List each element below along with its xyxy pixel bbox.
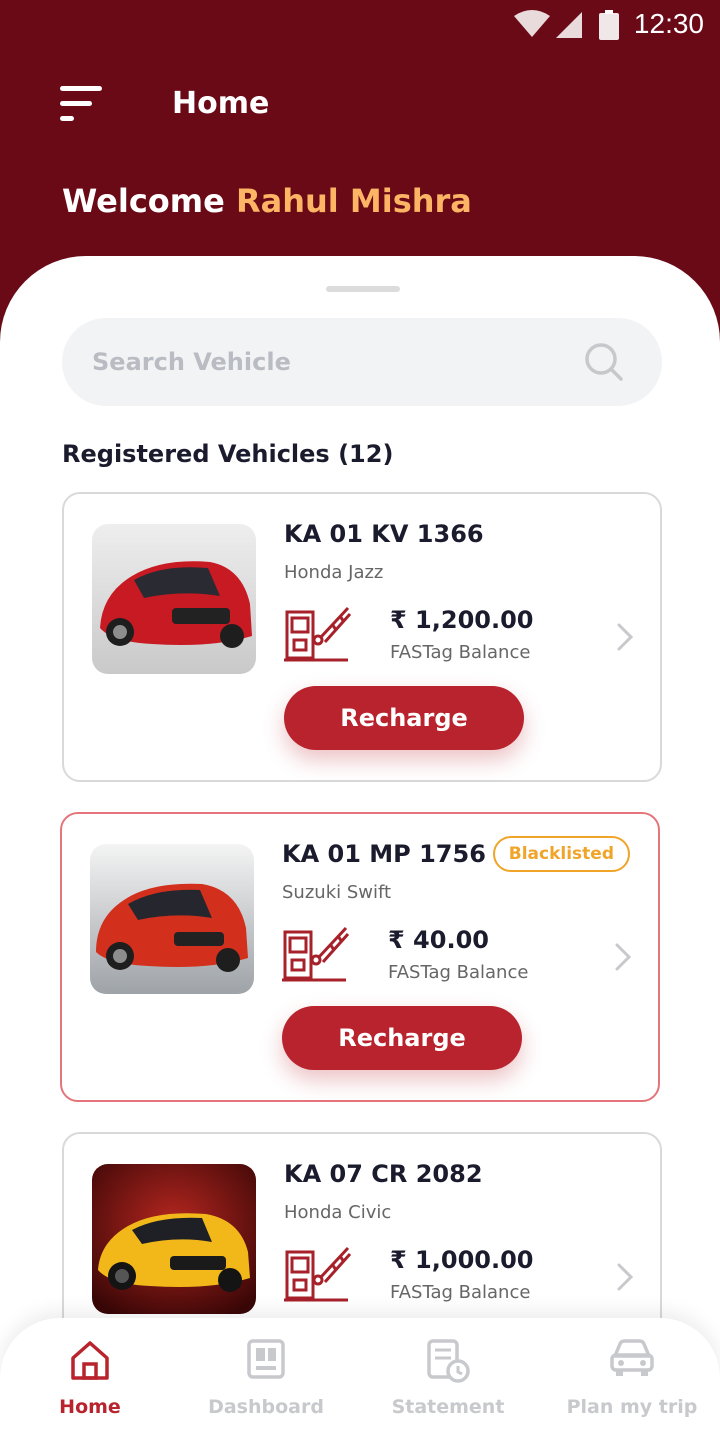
battery-icon [599,10,619,40]
menu-icon [60,86,102,121]
app-bar: Home [0,70,720,142]
vehicle-model: Honda Jazz [284,562,384,583]
car-image [92,524,256,674]
signal-icon [556,12,582,38]
search-icon[interactable] [584,342,624,382]
statement-icon [427,1339,470,1383]
vehicle-card[interactable]: KA 01 MP 1756 Blacklisted Suzuki Swift ₹… [60,812,660,1102]
vehicle-plate: KA 01 KV 1366 [284,520,484,548]
search-bar [62,318,662,406]
fastag-balance-amount: ₹ 40.00 [388,926,489,954]
nav-label: Plan my trip [566,1396,698,1418]
menu-button[interactable] [58,84,104,124]
toll-gate-icon [284,606,352,662]
status-bar: 12:30 [0,0,720,48]
chevron-right-icon[interactable] [616,1262,634,1292]
nav-label: Home [59,1396,121,1418]
blacklisted-badge: Blacklisted [492,836,630,872]
search-input[interactable] [92,340,572,384]
fastag-balance-label: FASTag Balance [388,962,529,983]
wifi-icon [514,10,550,37]
nav-label: Dashboard [208,1396,324,1418]
fastag-balance-label: FASTag Balance [390,642,531,663]
fastag-balance-amount: ₹ 1,200.00 [390,606,534,634]
toll-gate-icon [284,1246,352,1302]
nav-label: Statement [391,1396,505,1418]
vehicle-model: Suzuki Swift [282,882,392,903]
user-name: Rahul Mishra [235,182,472,220]
car-image [92,1164,256,1314]
car-icon [610,1339,654,1376]
recharge-button[interactable]: Recharge [282,1006,522,1070]
chevron-right-icon[interactable] [616,622,634,652]
welcome-prefix: Welcome [62,182,225,220]
vehicle-card[interactable]: KA 01 KV 1366 Honda Jazz ₹ 1,200.00 FAST… [62,492,662,782]
vehicle-plate: KA 07 CR 2082 [284,1160,483,1188]
bottom-navigation: Home Dashboard Statement Plan my trip [0,1318,720,1440]
content-sheet: Registered Vehicles (12) KA 01 KV 1366 H… [0,256,720,1440]
fastag-balance-amount: ₹ 1,000.00 [390,1246,534,1274]
dashboard-icon [247,1339,285,1379]
fastag-balance-label: FASTag Balance [390,1282,531,1303]
drag-handle[interactable] [326,286,400,292]
chevron-right-icon[interactable] [614,942,632,972]
home-icon [71,1341,109,1380]
vehicle-model: Honda Civic [284,1202,392,1223]
car-image [90,844,254,994]
toll-gate-icon [282,926,350,982]
nav-item-statement[interactable]: Statement [358,1318,538,1440]
registered-vehicles-heading: Registered Vehicles (12) [62,440,394,468]
nav-item-dashboard[interactable]: Dashboard [176,1318,356,1440]
welcome-message: Welcome Rahul Mishra [62,182,472,220]
nav-item-plan-my-trip[interactable]: Plan my trip [542,1318,720,1440]
status-time: 12:30 [633,8,704,39]
page-title: Home [172,86,270,121]
vehicle-plate: KA 01 MP 1756 [282,840,486,868]
nav-item-home[interactable]: Home [0,1318,180,1440]
recharge-button[interactable]: Recharge [284,686,524,750]
